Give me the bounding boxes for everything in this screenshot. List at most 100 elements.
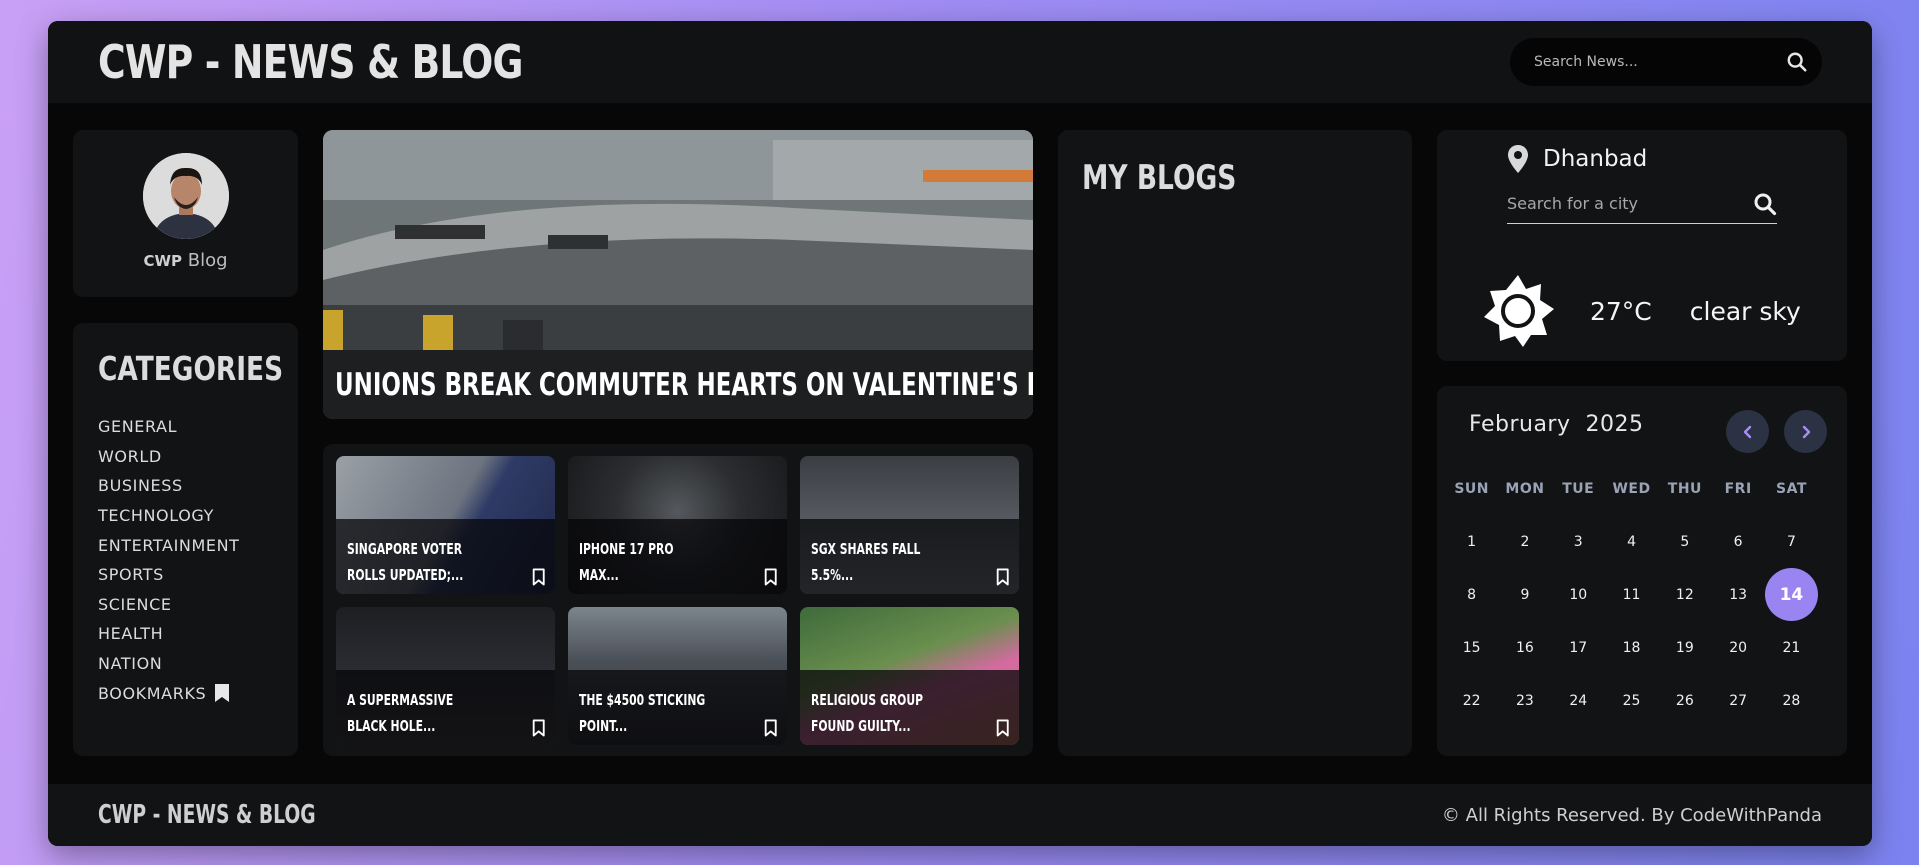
- bookmark-outline-icon[interactable]: [532, 566, 545, 588]
- calendar-day[interactable]: 9: [1498, 568, 1551, 621]
- bookmark-outline-icon[interactable]: [532, 717, 545, 739]
- calendar-day-number: 24: [1569, 692, 1588, 709]
- news-search-box: [1510, 38, 1822, 86]
- calendar-day-number: 25: [1622, 692, 1641, 709]
- calendar-day-number: 27: [1729, 692, 1748, 709]
- category-business[interactable]: BUSINESS: [98, 471, 273, 501]
- categories-title: CATEGORIES: [98, 349, 284, 388]
- category-label: SCIENCE: [98, 594, 172, 614]
- categories-panel: CATEGORIES GENERAL WORLD BUSINESS TECHNO…: [73, 323, 298, 756]
- headline-title[interactable]: UNIONS BREAK COMMUTER HEARTS ON VALENTIN…: [335, 367, 1033, 403]
- news-card-caption: SINGAPORE VOTER ROLLS UPDATED;...: [336, 519, 555, 594]
- calendar-day-number: 17: [1569, 639, 1588, 656]
- calendar-day[interactable]: 6: [1711, 515, 1764, 568]
- news-card[interactable]: IPHONE 17 PRO MAX...: [568, 456, 787, 594]
- calendar-day[interactable]: 23: [1498, 674, 1551, 727]
- calendar-day-today[interactable]: 14: [1764, 568, 1818, 621]
- category-entertainment[interactable]: ENTERTAINMENT: [98, 530, 273, 560]
- bookmark-outline-icon[interactable]: [764, 717, 777, 739]
- news-card-title[interactable]: A SUPERMASSIVE BLACK HOLE...: [347, 687, 480, 739]
- bookmark-outline-icon[interactable]: [996, 717, 1009, 739]
- app-window: CWP - NEWS & BLOG CWP Blog: [48, 21, 1872, 846]
- category-general[interactable]: GENERAL: [98, 412, 273, 442]
- calendar-day[interactable]: 18: [1605, 621, 1658, 674]
- category-label: SPORTS: [98, 565, 164, 585]
- category-bookmarks[interactable]: BOOKMARKS: [98, 678, 273, 708]
- calendar-day[interactable]: 10: [1552, 568, 1605, 621]
- category-label: ENTERTAINMENT: [98, 535, 240, 555]
- calendar-day-number: 5: [1680, 533, 1690, 550]
- calendar-day[interactable]: 1: [1445, 515, 1498, 568]
- category-world[interactable]: WORLD: [98, 442, 273, 472]
- news-card-title[interactable]: SINGAPORE VOTER ROLLS UPDATED;...: [347, 536, 480, 588]
- calendar-day[interactable]: 7: [1765, 515, 1818, 568]
- bookmark-outline-icon[interactable]: [996, 566, 1009, 588]
- weekday-label: FRI: [1724, 481, 1752, 497]
- calendar-day[interactable]: 8: [1445, 568, 1498, 621]
- city-search-button[interactable]: [1753, 192, 1777, 216]
- calendar-day[interactable]: 24: [1552, 674, 1605, 727]
- news-card[interactable]: SGX SHARES FALL 5.5%...: [800, 456, 1019, 594]
- profile-card: CWP Blog: [73, 130, 298, 297]
- calendar-day[interactable]: 4: [1605, 515, 1658, 568]
- calendar-day[interactable]: 21: [1765, 621, 1818, 674]
- calendar-day[interactable]: 15: [1445, 621, 1498, 674]
- footer-brand: CWP - NEWS & BLOG: [98, 800, 316, 830]
- bookmark-outline-icon[interactable]: [764, 566, 777, 588]
- category-label: BOOKMARKS: [98, 683, 207, 703]
- calendar-day[interactable]: 11: [1605, 568, 1658, 621]
- news-card[interactable]: A SUPERMASSIVE BLACK HOLE...: [336, 607, 555, 745]
- calendar-day-number: 3: [1573, 533, 1583, 550]
- category-health[interactable]: HEALTH: [98, 619, 273, 649]
- calendar-day-number: 4: [1627, 533, 1636, 550]
- calendar-day[interactable]: 27: [1711, 674, 1764, 727]
- calendar-day[interactable]: 2: [1498, 515, 1551, 568]
- category-sports[interactable]: SPORTS: [98, 560, 273, 590]
- site-brand[interactable]: CWP - NEWS & BLOG: [98, 35, 523, 89]
- calendar-day[interactable]: 20: [1711, 621, 1764, 674]
- category-label: TECHNOLOGY: [98, 506, 214, 526]
- city-search-input[interactable]: [1507, 194, 1727, 213]
- calendar-day[interactable]: 13: [1711, 568, 1764, 621]
- category-science[interactable]: SCIENCE: [98, 590, 273, 620]
- calendar-day-number: 18: [1622, 639, 1641, 656]
- calendar-day[interactable]: 26: [1658, 674, 1711, 727]
- calendar-day[interactable]: 16: [1498, 621, 1551, 674]
- news-card-caption: A SUPERMASSIVE BLACK HOLE...: [336, 670, 555, 745]
- news-card-title[interactable]: THE $4500 STICKING POINT...: [579, 687, 712, 739]
- weekday-label: THU: [1667, 481, 1702, 497]
- news-card[interactable]: SINGAPORE VOTER ROLLS UPDATED;...: [336, 456, 555, 594]
- news-card-title[interactable]: RELIGIOUS GROUP FOUND GUILTY...: [811, 687, 944, 739]
- category-technology[interactable]: TECHNOLOGY: [98, 501, 273, 531]
- location-pin-icon: [1508, 145, 1528, 173]
- calendar-day[interactable]: 5: [1658, 515, 1711, 568]
- calendar-prev-button[interactable]: [1726, 410, 1769, 453]
- calendar-day[interactable]: 22: [1445, 674, 1498, 727]
- calendar-day[interactable]: 19: [1658, 621, 1711, 674]
- calendar-day-number: 12: [1675, 586, 1694, 603]
- news-card-caption: THE $4500 STICKING POINT...: [568, 670, 787, 745]
- calendar-day[interactable]: 17: [1552, 621, 1605, 674]
- category-label: HEALTH: [98, 624, 164, 644]
- calendar-day-number: 1: [1467, 533, 1477, 550]
- category-nation[interactable]: NATION: [98, 649, 273, 679]
- profile-label-bold: CWP: [143, 252, 183, 270]
- calendar-day-number: 20: [1729, 639, 1748, 656]
- calendar-day[interactable]: 12: [1658, 568, 1711, 621]
- calendar-next-button[interactable]: [1784, 410, 1827, 453]
- headline-card[interactable]: UNIONS BREAK COMMUTER HEARTS ON VALENTIN…: [323, 130, 1033, 419]
- weekday-label: SAT: [1775, 481, 1807, 497]
- news-search-input[interactable]: [1534, 54, 1764, 70]
- calendar-day[interactable]: 28: [1765, 674, 1818, 727]
- news-card[interactable]: RELIGIOUS GROUP FOUND GUILTY...: [800, 607, 1019, 745]
- calendar-day-number: 11: [1622, 586, 1641, 603]
- calendar-day[interactable]: 25: [1605, 674, 1658, 727]
- search-button[interactable]: [1786, 51, 1808, 73]
- calendar-day[interactable]: 3: [1552, 515, 1605, 568]
- search-icon: [1754, 193, 1777, 215]
- news-card-title[interactable]: IPHONE 17 PRO MAX...: [579, 536, 712, 588]
- news-card[interactable]: THE $4500 STICKING POINT...: [568, 607, 787, 745]
- news-card-title[interactable]: SGX SHARES FALL 5.5%...: [811, 536, 944, 588]
- headline-caption: UNIONS BREAK COMMUTER HEARTS ON VALENTIN…: [323, 350, 1033, 419]
- search-icon: [1787, 52, 1807, 72]
